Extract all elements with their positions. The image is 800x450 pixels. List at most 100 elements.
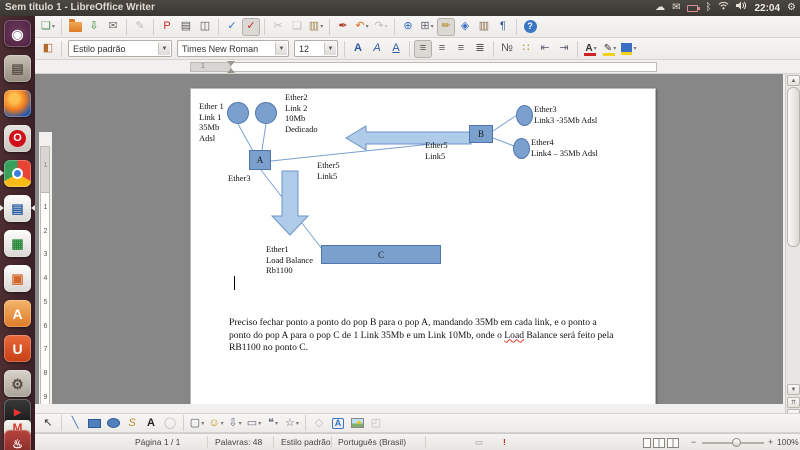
zoom-slider[interactable] [702, 442, 764, 444]
mail-indicator-icon[interactable]: ✉ [672, 0, 680, 16]
chevron-down-icon[interactable]: ▼ [275, 42, 287, 55]
launcher-chromium[interactable] [4, 160, 31, 187]
launcher-trash[interactable]: ♨ [4, 430, 31, 450]
horizontal-ruler[interactable]: 1 [35, 60, 800, 74]
vertical-scrollbar[interactable]: ▲ ▼ ⇈ ● ⇊ [785, 74, 800, 432]
line-button[interactable]: ╲▾ [66, 414, 84, 432]
callouts-button[interactable]: ❝▾ [264, 414, 282, 432]
launcher-system-settings[interactable]: ⚙ [4, 370, 31, 397]
ellipse-button[interactable]: ▾ [104, 414, 122, 432]
label-node3[interactable]: Ether3 Link3 -35Mb Adsl [534, 104, 597, 125]
box-b[interactable]: B [469, 125, 493, 143]
launcher-software-center[interactable]: A [4, 300, 31, 327]
font-size-combo[interactable]: 12 ▼ [294, 40, 338, 57]
label-node1[interactable]: Ether 1 Link 1 35Mb Adsl [199, 101, 224, 143]
session-menu-icon[interactable]: ⚙ [787, 0, 796, 16]
box-a[interactable]: A [249, 150, 271, 170]
launcher-libreoffice-impress[interactable]: ▣ [4, 265, 31, 292]
zoom-in-button[interactable]: + [768, 437, 773, 447]
cloud-sync-icon[interactable]: ☁ [655, 0, 665, 16]
label-node2[interactable]: Ether2 Link 2 10Mb Dedicado [285, 92, 318, 134]
edit-points-button[interactable]: ◇▾ [310, 414, 328, 432]
indent-marker-top[interactable] [227, 61, 235, 66]
styles-and-formatting-button[interactable]: ◧▾ [39, 40, 57, 58]
justified-button[interactable]: ≣▾ [471, 40, 489, 58]
label-ether5-right[interactable]: Ether5 Link5 [425, 140, 448, 161]
hyperlink-button[interactable]: ⊕▾ [399, 18, 417, 36]
single-page-view-icon[interactable] [643, 438, 651, 448]
text-box-button[interactable]: A▾ [142, 414, 160, 432]
open-button[interactable]: ▾ [66, 18, 84, 36]
box-c[interactable]: C [321, 245, 441, 264]
fontwork-gallery-button[interactable]: A▾ [329, 414, 347, 432]
page-style-field[interactable]: Estilo padrão [281, 437, 331, 447]
chevron-down-icon[interactable]: ▼ [158, 42, 170, 55]
launcher-ubuntu-dash[interactable]: ◉ [4, 20, 31, 47]
launcher-files[interactable]: ▤ [4, 55, 31, 82]
underline-button[interactable]: A▾ [387, 40, 405, 58]
page-preview-button[interactable]: ◫▾ [196, 18, 214, 36]
extrusion-toggle-button[interactable]: ◰▾ [367, 414, 385, 432]
background-color-button[interactable]: ▾ [620, 40, 638, 58]
launcher-ubuntu-one[interactable]: U [4, 335, 31, 362]
email-document-button[interactable]: ✉▾ [104, 18, 122, 36]
export-pdf-button[interactable]: P▾ [158, 18, 176, 36]
show-draw-functions-button[interactable]: ✏▾ [437, 18, 455, 36]
wifi-icon[interactable] [718, 0, 729, 16]
multi-page-view-icon[interactable] [653, 438, 665, 448]
selection-mode-icon[interactable]: ▭ [475, 437, 483, 448]
launcher-opera[interactable]: O [4, 125, 31, 152]
label-ether5-mid[interactable]: Ether5 Link5 [317, 160, 340, 181]
ellipse-link3[interactable] [516, 105, 533, 126]
callouts-legacy-button[interactable]: ◯▾ [161, 414, 179, 432]
scroll-up-button[interactable]: ▲ [787, 75, 800, 86]
print-button[interactable]: ▤▾ [177, 18, 195, 36]
ellipse-link2[interactable] [255, 102, 277, 124]
document-canvas[interactable]: 1 12345678910 [35, 74, 783, 404]
bluetooth-icon[interactable]: ᛒ [705, 0, 711, 16]
battery-icon[interactable] [687, 5, 698, 12]
scroll-down-button[interactable]: ▼ [787, 384, 800, 395]
basic-shapes-button[interactable]: ▢▾ [188, 414, 206, 432]
from-file-button[interactable]: ▾ [348, 414, 366, 432]
zoom-out-button[interactable]: − [691, 437, 696, 447]
language-field[interactable]: Português (Brasil) [338, 437, 406, 447]
copy-button[interactable]: ❏▾ [288, 18, 306, 36]
launcher-libreoffice-calc[interactable]: ▦ [4, 230, 31, 257]
launcher-libreoffice-writer[interactable]: ▤ [4, 195, 31, 222]
document-modified-icon[interactable]: ! [503, 437, 506, 447]
symbol-shapes-button[interactable]: ☺▾ [207, 414, 225, 432]
stars-button[interactable]: ☆▾ [283, 414, 301, 432]
vertical-ruler[interactable]: 1 12345678910 [39, 132, 52, 404]
ellipse-link4[interactable] [513, 138, 530, 159]
gallery-button[interactable]: ▥▾ [475, 18, 493, 36]
formatting-marks-button[interactable]: ¶▾ [494, 18, 512, 36]
document-page[interactable]: A B C Ether 1 Link 1 35Mb Adsl Ether2 Li… [190, 88, 656, 404]
spelling-button[interactable]: ✓▾ [223, 18, 241, 36]
italic-button[interactable]: A▾ [368, 40, 386, 58]
increase-indent-button[interactable]: ⇥▾ [555, 40, 573, 58]
zoom-slider-thumb[interactable] [732, 438, 741, 447]
label-load-balance[interactable]: Ether1 Load Balance Rb1100 [266, 244, 313, 276]
align-left-button[interactable]: ≡▾ [414, 40, 432, 58]
cut-button[interactable]: ✂▾ [269, 18, 287, 36]
label-ether3-a[interactable]: Ether3 [228, 173, 251, 184]
numbered-list-button[interactable]: №▾ [498, 40, 516, 58]
edit-file-button[interactable]: ✎▾ [131, 18, 149, 36]
bullet-list-button[interactable]: ∷▾ [517, 40, 535, 58]
block-arrows-button[interactable]: ⇩▾ [226, 414, 244, 432]
vertical-scrollbar-thumb[interactable] [787, 87, 800, 247]
table-button[interactable]: ⊞▾ [418, 18, 436, 36]
align-right-button[interactable]: ≡▾ [452, 40, 470, 58]
auto-spellcheck-button[interactable]: ✓▾ [242, 18, 260, 36]
help-button[interactable]: ?▾ [521, 18, 539, 36]
font-color-button[interactable]: A▾ [582, 40, 600, 58]
freeform-line-button[interactable]: S▾ [123, 414, 141, 432]
volume-icon[interactable] [736, 0, 747, 16]
launcher-firefox[interactable] [4, 90, 31, 117]
select-button[interactable]: ↖▾ [39, 414, 57, 432]
decrease-indent-button[interactable]: ⇤▾ [536, 40, 554, 58]
undo-button[interactable]: ↶▾ [353, 18, 371, 36]
flowchart-button[interactable]: ▭▾ [245, 414, 263, 432]
redo-button[interactable]: ↷▾ [372, 18, 390, 36]
